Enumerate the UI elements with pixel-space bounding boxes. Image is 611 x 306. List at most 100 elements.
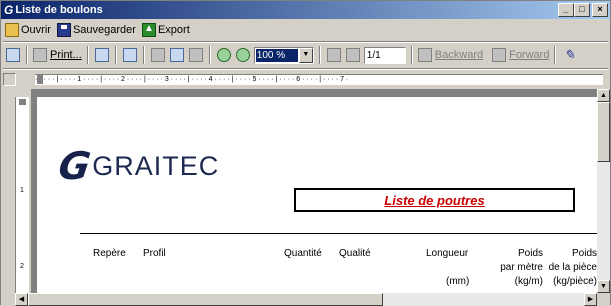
- copy-button[interactable]: [5, 46, 21, 64]
- col-header-profil: Profil: [143, 248, 166, 259]
- graitec-app-icon: G: [4, 3, 14, 17]
- toolbar-separator: [114, 46, 117, 64]
- zoom-in-icon: [216, 48, 231, 62]
- vertical-ruler: 1 2: [15, 97, 29, 293]
- col-header-longueur-unit: (mm): [446, 276, 470, 287]
- prev-page-button[interactable]: [345, 46, 361, 64]
- col-header-longueur: Longueur: [426, 248, 469, 259]
- horizontal-scroll-thumb[interactable]: [28, 293, 383, 306]
- multi-pages-icon: [188, 48, 203, 62]
- zoom-out-button[interactable]: [235, 46, 251, 64]
- report-title-box: Liste de poutres: [294, 188, 575, 212]
- maximize-button[interactable]: □: [574, 3, 590, 17]
- forward-label: Forward: [509, 49, 550, 61]
- header-rule: [80, 233, 597, 234]
- col-header-poids-piece: Poids: [571, 248, 597, 259]
- floppy-disk-icon: [56, 23, 71, 37]
- title-bar: G Liste de boulons _ □ ×: [1, 1, 610, 19]
- report-title: Liste de poutres: [384, 192, 485, 208]
- page-number-field[interactable]: 1/1: [363, 46, 406, 64]
- left-gutter: [1, 89, 15, 306]
- vertical-ruler-label: 2: [20, 263, 24, 270]
- col-header-poids-metre: Poids: [517, 248, 543, 259]
- horizontal-ruler: · · · · · | · · · · 1 · · · · | · · · · …: [1, 71, 610, 89]
- find-button[interactable]: [122, 46, 138, 64]
- size-grip[interactable]: [597, 293, 610, 306]
- report-page: G GRAITEC Liste de poutres Repère Profil…: [37, 97, 597, 293]
- zoom-in-button[interactable]: [216, 46, 232, 64]
- close-button[interactable]: ×: [592, 3, 608, 17]
- col-header-poids-piece-unit: (kg/pièce): [553, 276, 597, 287]
- first-page-button[interactable]: [326, 46, 342, 64]
- scroll-up-button[interactable]: ▲: [597, 89, 610, 102]
- back-arrow-icon: [417, 48, 432, 62]
- multi-pages-button[interactable]: [188, 46, 204, 64]
- toolbar-separator: [554, 46, 557, 64]
- folder-icon: [5, 23, 19, 37]
- zoom-value: 100 %: [255, 48, 298, 62]
- window-controls: _ □ ×: [558, 3, 608, 17]
- vertical-ruler-label: 1: [20, 187, 24, 194]
- backward-button[interactable]: Backward: [417, 46, 484, 64]
- chevron-down-icon[interactable]: ▼: [298, 47, 313, 63]
- page-setup-button[interactable]: [94, 46, 110, 64]
- ruler-indent-marker[interactable]: [37, 75, 43, 84]
- two-pages-button[interactable]: [169, 46, 185, 64]
- export-arrow-icon: [141, 23, 156, 37]
- vertical-ruler-marker[interactable]: [19, 99, 26, 105]
- col-header-quantite: Quantité: [284, 248, 322, 259]
- menu-bar: Ouvrir Sauvegarder Export: [1, 20, 610, 40]
- first-page-icon: [326, 48, 341, 62]
- zoom-select[interactable]: 100 % ▼: [253, 46, 314, 64]
- toolbar-separator: [318, 46, 321, 64]
- toolbar-separator: [208, 46, 211, 64]
- toolbar-separator: [26, 46, 28, 64]
- col-header-repere: Repère: [93, 248, 126, 259]
- save-button[interactable]: Sauvegarder: [56, 23, 136, 37]
- forward-button[interactable]: Forward: [492, 46, 549, 64]
- prev-page-icon: [345, 48, 360, 62]
- page-icon: [94, 48, 109, 62]
- logo-mark: G: [55, 144, 94, 188]
- minimize-button[interactable]: _: [558, 3, 574, 17]
- graitec-logo: G GRAITEC: [55, 144, 220, 188]
- preview-area: G GRAITEC Liste de poutres Repère Profil…: [31, 89, 597, 293]
- export-label: Export: [157, 24, 190, 36]
- ruler-corner: [3, 73, 16, 86]
- pencil-icon: ✎: [563, 47, 575, 62]
- open-button[interactable]: Ouvrir: [5, 23, 51, 37]
- scroll-down-button[interactable]: ▼: [597, 280, 610, 293]
- printer-icon: [33, 48, 47, 62]
- copy-icon: [6, 48, 20, 62]
- vertical-scroll-thumb[interactable]: [597, 102, 610, 162]
- zoom-out-icon: [235, 48, 250, 62]
- open-label: Ouvrir: [21, 24, 51, 36]
- report-window: G Liste de boulons _ □ × Ouvrir Sauvegar…: [0, 0, 611, 306]
- save-label: Sauvegarder: [72, 24, 136, 36]
- window-title: Liste de boulons: [15, 4, 103, 16]
- vertical-scrollbar[interactable]: ▲ ▼: [597, 89, 610, 293]
- toolbar-separator: [142, 46, 145, 64]
- one-page-button[interactable]: [150, 46, 166, 64]
- binoculars-icon: [122, 48, 137, 62]
- ruler-strip: · · · · · | · · · · 1 · · · · | · · · · …: [35, 74, 603, 85]
- col-header-qualite: Qualité: [339, 248, 371, 259]
- single-page-icon: [150, 48, 165, 62]
- preview-toolbar: Print... 100 % ▼ 1/1 Backward Forward ✎: [1, 43, 610, 67]
- col-header-poids-metre-unit: (kg/m): [514, 276, 543, 287]
- edit-button[interactable]: ✎: [561, 46, 577, 64]
- two-pages-icon: [169, 48, 184, 62]
- export-button[interactable]: Export: [141, 23, 190, 37]
- forward-arrow-icon: [492, 48, 507, 62]
- ruler-ticks: · · · · · | · · · · 1 · · · · | · · · · …: [35, 76, 349, 83]
- logo-text: GRAITEC: [92, 151, 220, 181]
- print-label: Print...: [50, 49, 82, 61]
- col-header-poids-metre-line2: par mètre: [500, 262, 543, 273]
- ruler-divider: [3, 68, 608, 70]
- scroll-right-button[interactable]: ▶: [584, 293, 597, 306]
- scroll-left-button[interactable]: ◀: [15, 293, 28, 306]
- toolbar-separator: [86, 46, 89, 64]
- backward-label: Backward: [434, 49, 484, 61]
- horizontal-scrollbar[interactable]: ◀ ▶: [15, 293, 597, 306]
- print-button[interactable]: Print...: [33, 46, 82, 64]
